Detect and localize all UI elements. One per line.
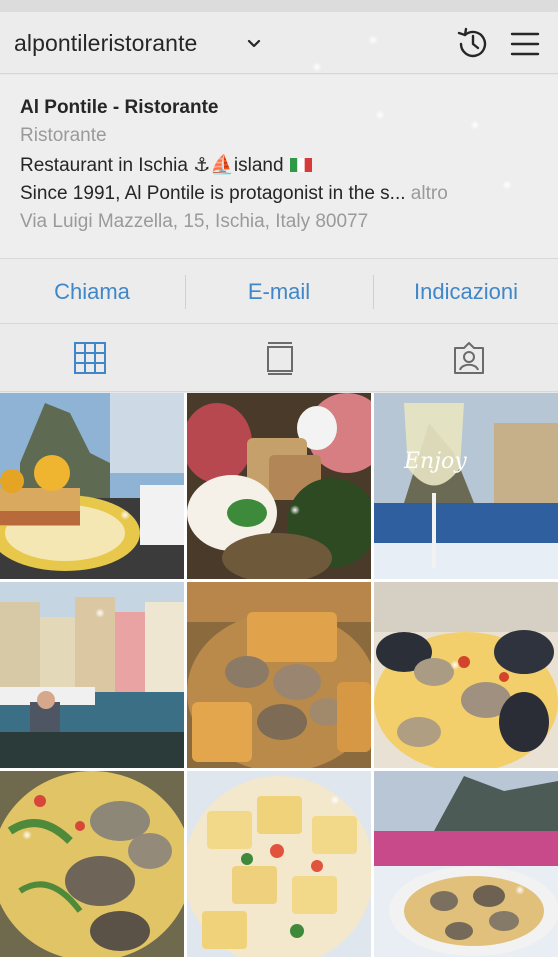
posts-grid-photo-4[interactable]	[0, 582, 184, 768]
bio-text: Since 1991, Al Pontile is protagonist in…	[20, 183, 406, 204]
profile-bio-text[interactable]: Since 1991, Al Pontile is protagonist in…	[20, 183, 448, 205]
svg-text:Enjoy: Enjoy	[403, 449, 467, 474]
profile-tabs	[0, 324, 558, 392]
chevron-down-icon[interactable]	[244, 34, 264, 54]
posts-grid-photo-6[interactable]	[374, 582, 558, 768]
posts-grid-photo-8[interactable]	[187, 771, 371, 957]
directions-button[interactable]: Indicazioni	[374, 279, 558, 305]
posts-grid: Enjoy	[0, 393, 558, 960]
italy-flag-icon	[289, 158, 312, 172]
feed-icon[interactable]	[262, 340, 298, 376]
status-bar	[0, 0, 558, 12]
posts-grid-photo-1[interactable]	[0, 393, 184, 579]
posts-grid-photo-9[interactable]	[374, 771, 558, 957]
posts-grid-photo-7[interactable]	[0, 771, 184, 957]
profile-category: Ristorante	[20, 125, 107, 146]
profile-bio: Al Pontile - Ristorante Ristorante Resta…	[0, 75, 558, 258]
contact-actions: Chiama E-mail Indicazioni	[0, 258, 558, 324]
username-switcher[interactable]: alpontileristorante	[14, 30, 197, 57]
posts-grid-photo-2[interactable]	[187, 393, 371, 579]
more-link[interactable]: altro	[411, 183, 448, 204]
email-button[interactable]: E-mail	[186, 279, 372, 305]
call-button[interactable]: Chiama	[0, 279, 184, 305]
tagged-icon[interactable]	[451, 340, 487, 376]
history-icon[interactable]	[454, 25, 492, 63]
posts-grid-photo-3[interactable]: Enjoy	[374, 393, 558, 579]
posts-grid-photo-5[interactable]	[187, 582, 371, 768]
profile-name: Al Pontile - Ristorante	[20, 97, 219, 118]
profile-description: Restaurant in Ischia ⚓⛵island	[20, 153, 312, 177]
profile-address[interactable]: Via Luigi Mazzella, 15, Ischia, Italy 80…	[20, 211, 368, 233]
profile-header: alpontileristorante	[0, 12, 558, 74]
menu-icon[interactable]	[508, 27, 542, 61]
grid-icon[interactable]	[72, 340, 108, 376]
description-text: Restaurant in Ischia ⚓⛵island	[20, 155, 284, 176]
